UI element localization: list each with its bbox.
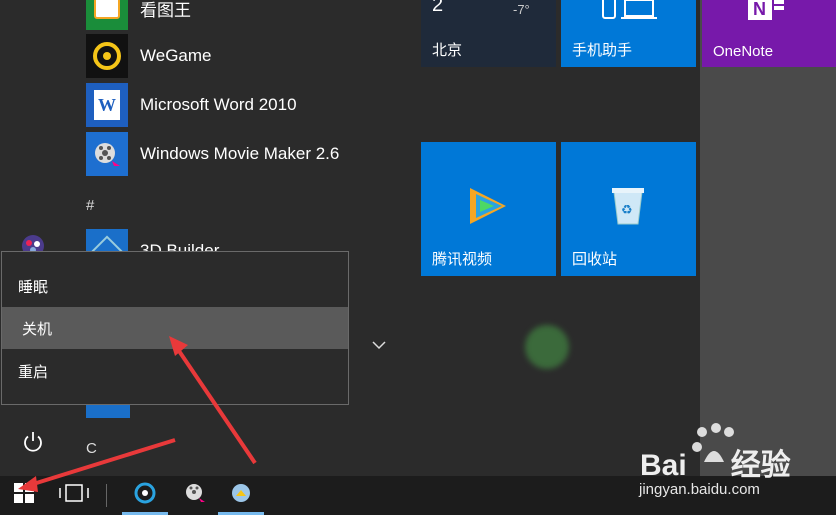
taskbar-separator [106, 484, 107, 507]
image-viewer-icon [86, 0, 128, 30]
svg-text:N: N [753, 0, 766, 19]
weather-low: -7° [513, 2, 530, 17]
tile-phone-assistant[interactable]: 手机助手 [561, 0, 696, 67]
desktop-icon-blurred [525, 325, 569, 369]
taskbar-app-browser[interactable] [122, 476, 168, 515]
tile-label: OneNote [713, 43, 774, 60]
taskbar-app-photo[interactable] [218, 476, 264, 515]
weather-city: 北京 [432, 42, 463, 59]
windows-logo-icon [14, 483, 34, 508]
movie-maker-icon [184, 482, 206, 509]
power-icon[interactable] [21, 430, 45, 454]
task-view-icon [57, 483, 91, 508]
chevron-down-icon[interactable] [372, 338, 386, 354]
section-header-c[interactable]: C [86, 440, 97, 457]
watermark-brand: Bai 经验 [640, 440, 791, 484]
power-menu-shutdown[interactable]: 关机 [2, 307, 348, 349]
desktop-background [700, 0, 836, 476]
tile-label: 回收站 [572, 251, 618, 268]
recycle-bin-icon: ♻ [611, 186, 645, 231]
tile-recycle-bin[interactable]: ♻ 回收站 [561, 142, 696, 276]
power-menu-sleep[interactable]: 睡眠 [2, 265, 348, 307]
phone-assistant-icon [601, 0, 661, 25]
watermark-brand-jingyan: 经验 [730, 449, 791, 482]
app-label: 看图王 [140, 0, 191, 20]
app-item-movie-maker[interactable]: Windows Movie Maker 2.6 [86, 132, 339, 176]
app-label: WeGame [140, 46, 212, 65]
section-header-hash[interactable]: # [86, 197, 94, 214]
tile-weather[interactable]: 2 -7° 北京 [421, 0, 556, 67]
tile-tencent-video[interactable]: 腾讯视频 [421, 142, 556, 276]
onenote-icon: N [748, 0, 788, 25]
wegame-icon [86, 34, 128, 78]
browser-icon [134, 482, 156, 509]
weather-temp: 2 [432, 0, 444, 16]
watermark-brand-text: Bai [640, 449, 687, 482]
photo-app-icon [230, 482, 252, 509]
power-menu-restart[interactable]: 重启 [2, 350, 348, 392]
taskbar-app-movie-maker[interactable] [172, 476, 218, 515]
start-button[interactable] [0, 476, 48, 515]
app-item-word[interactable]: W Microsoft Word 2010 [86, 83, 297, 127]
tile-onenote[interactable]: N OneNote [702, 0, 836, 67]
power-menu: 睡眠 关机 重启 [1, 251, 349, 405]
svg-text:♻: ♻ [621, 203, 633, 218]
movie-maker-icon [86, 132, 128, 176]
app-label: Windows Movie Maker 2.6 [140, 144, 340, 163]
app-item-image-viewer[interactable]: 看图王 [86, 0, 191, 30]
app-label: Microsoft Word 2010 [140, 95, 297, 114]
word-icon: W [86, 83, 128, 127]
tencent-video-icon [466, 186, 510, 231]
watermark-url: jingyan.baidu.com [639, 481, 760, 498]
tile-label: 腾讯视频 [432, 251, 493, 268]
app-item-wegame[interactable]: WeGame [86, 34, 212, 78]
tile-label: 手机助手 [572, 42, 633, 59]
task-view-button[interactable] [50, 476, 98, 515]
